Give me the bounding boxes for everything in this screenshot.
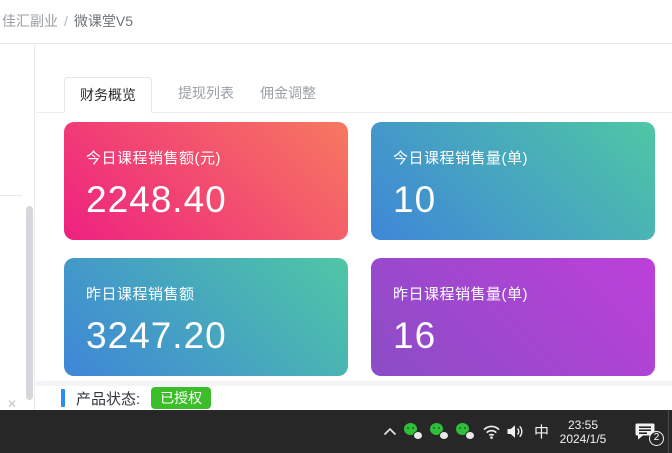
wifi-icon <box>482 424 501 439</box>
chevron-up-icon <box>383 427 397 436</box>
vertical-scrollbar[interactable] <box>26 206 33 400</box>
stat-card-label: 今日课程销售量(单) <box>393 147 633 168</box>
breadcrumb: 佳汇副业 / 微课堂V5 <box>2 11 133 31</box>
system-tray: 中 23:55 2024/1/5 2 <box>383 418 657 446</box>
stat-card-label: 今日课程销售额(元) <box>86 147 326 168</box>
action-center-button[interactable]: 2 <box>633 422 657 442</box>
show-hidden-icons-button[interactable] <box>383 427 397 436</box>
tab-finance-overview[interactable]: 财务概览 <box>64 77 152 113</box>
status-accent-bar <box>61 389 65 407</box>
wechat-icon-small-bubble <box>413 431 423 440</box>
stat-card-today-sales-count: 今日课程销售量(单) 10 <box>371 122 655 240</box>
background-page-edge: ✕ <box>0 45 35 410</box>
breadcrumb-section[interactable]: 佳汇副业 <box>2 13 58 29</box>
volume-button[interactable] <box>501 424 525 439</box>
product-status-label: 产品状态: <box>76 388 140 409</box>
breadcrumb-current-page: 微课堂V5 <box>74 13 133 29</box>
wechat-icon-small-bubble <box>465 431 475 440</box>
stat-card-today-sales-amount: 今日课程销售额(元) 2248.40 <box>64 122 348 240</box>
windows-taskbar: 中 23:55 2024/1/5 2 <box>0 410 672 453</box>
show-desktop-button[interactable] <box>668 410 669 453</box>
status-badge[interactable]: 已授权 <box>151 387 211 409</box>
speaker-icon <box>506 424 525 439</box>
ime-language-indicator[interactable]: 中 <box>533 421 550 442</box>
wechat-tray-icon[interactable] <box>404 423 423 440</box>
wechat-tray-icon[interactable] <box>430 423 449 440</box>
notification-count-badge: 2 <box>649 431 664 446</box>
stat-card-value: 16 <box>393 315 633 357</box>
breadcrumb-separator: / <box>64 13 68 29</box>
page-header: 佳汇副业 / 微课堂V5 <box>0 0 672 44</box>
stat-card-label: 昨日课程销售额 <box>86 283 326 304</box>
close-icon: ✕ <box>7 397 17 411</box>
background-divider <box>0 195 22 196</box>
wechat-tray-icon[interactable] <box>456 423 475 440</box>
stat-card-label: 昨日课程销售量(单) <box>393 283 633 304</box>
wechat-icon-small-bubble <box>439 431 449 440</box>
stat-card-value: 10 <box>393 179 633 221</box>
network-button[interactable] <box>475 424 501 439</box>
stat-card-value: 3247.20 <box>86 315 326 357</box>
taskbar-clock[interactable]: 23:55 2024/1/5 <box>559 418 607 446</box>
stat-card-yesterday-sales-amount: 昨日课程销售额 3247.20 <box>64 258 348 376</box>
tab-commission-adjust[interactable]: 佣金调整 <box>260 76 316 112</box>
stat-card-value: 2248.40 <box>86 179 326 221</box>
tab-withdraw-list[interactable]: 提现列表 <box>178 76 234 112</box>
clock-time: 23:55 <box>559 418 607 432</box>
stat-cards-grid: 今日课程销售额(元) 2248.40 今日课程销售量(单) 10 昨日课程销售额… <box>64 122 655 376</box>
product-status-row: 产品状态: 已授权 <box>36 386 672 410</box>
tab-bar: 财务概览 提现列表 佣金调整 <box>36 77 672 113</box>
finance-panel: 财务概览 提现列表 佣金调整 今日课程销售额(元) 2248.40 今日课程销售… <box>36 45 672 381</box>
stat-card-yesterday-sales-count: 昨日课程销售量(单) 16 <box>371 258 655 376</box>
clock-date: 2024/1/5 <box>559 432 607 446</box>
